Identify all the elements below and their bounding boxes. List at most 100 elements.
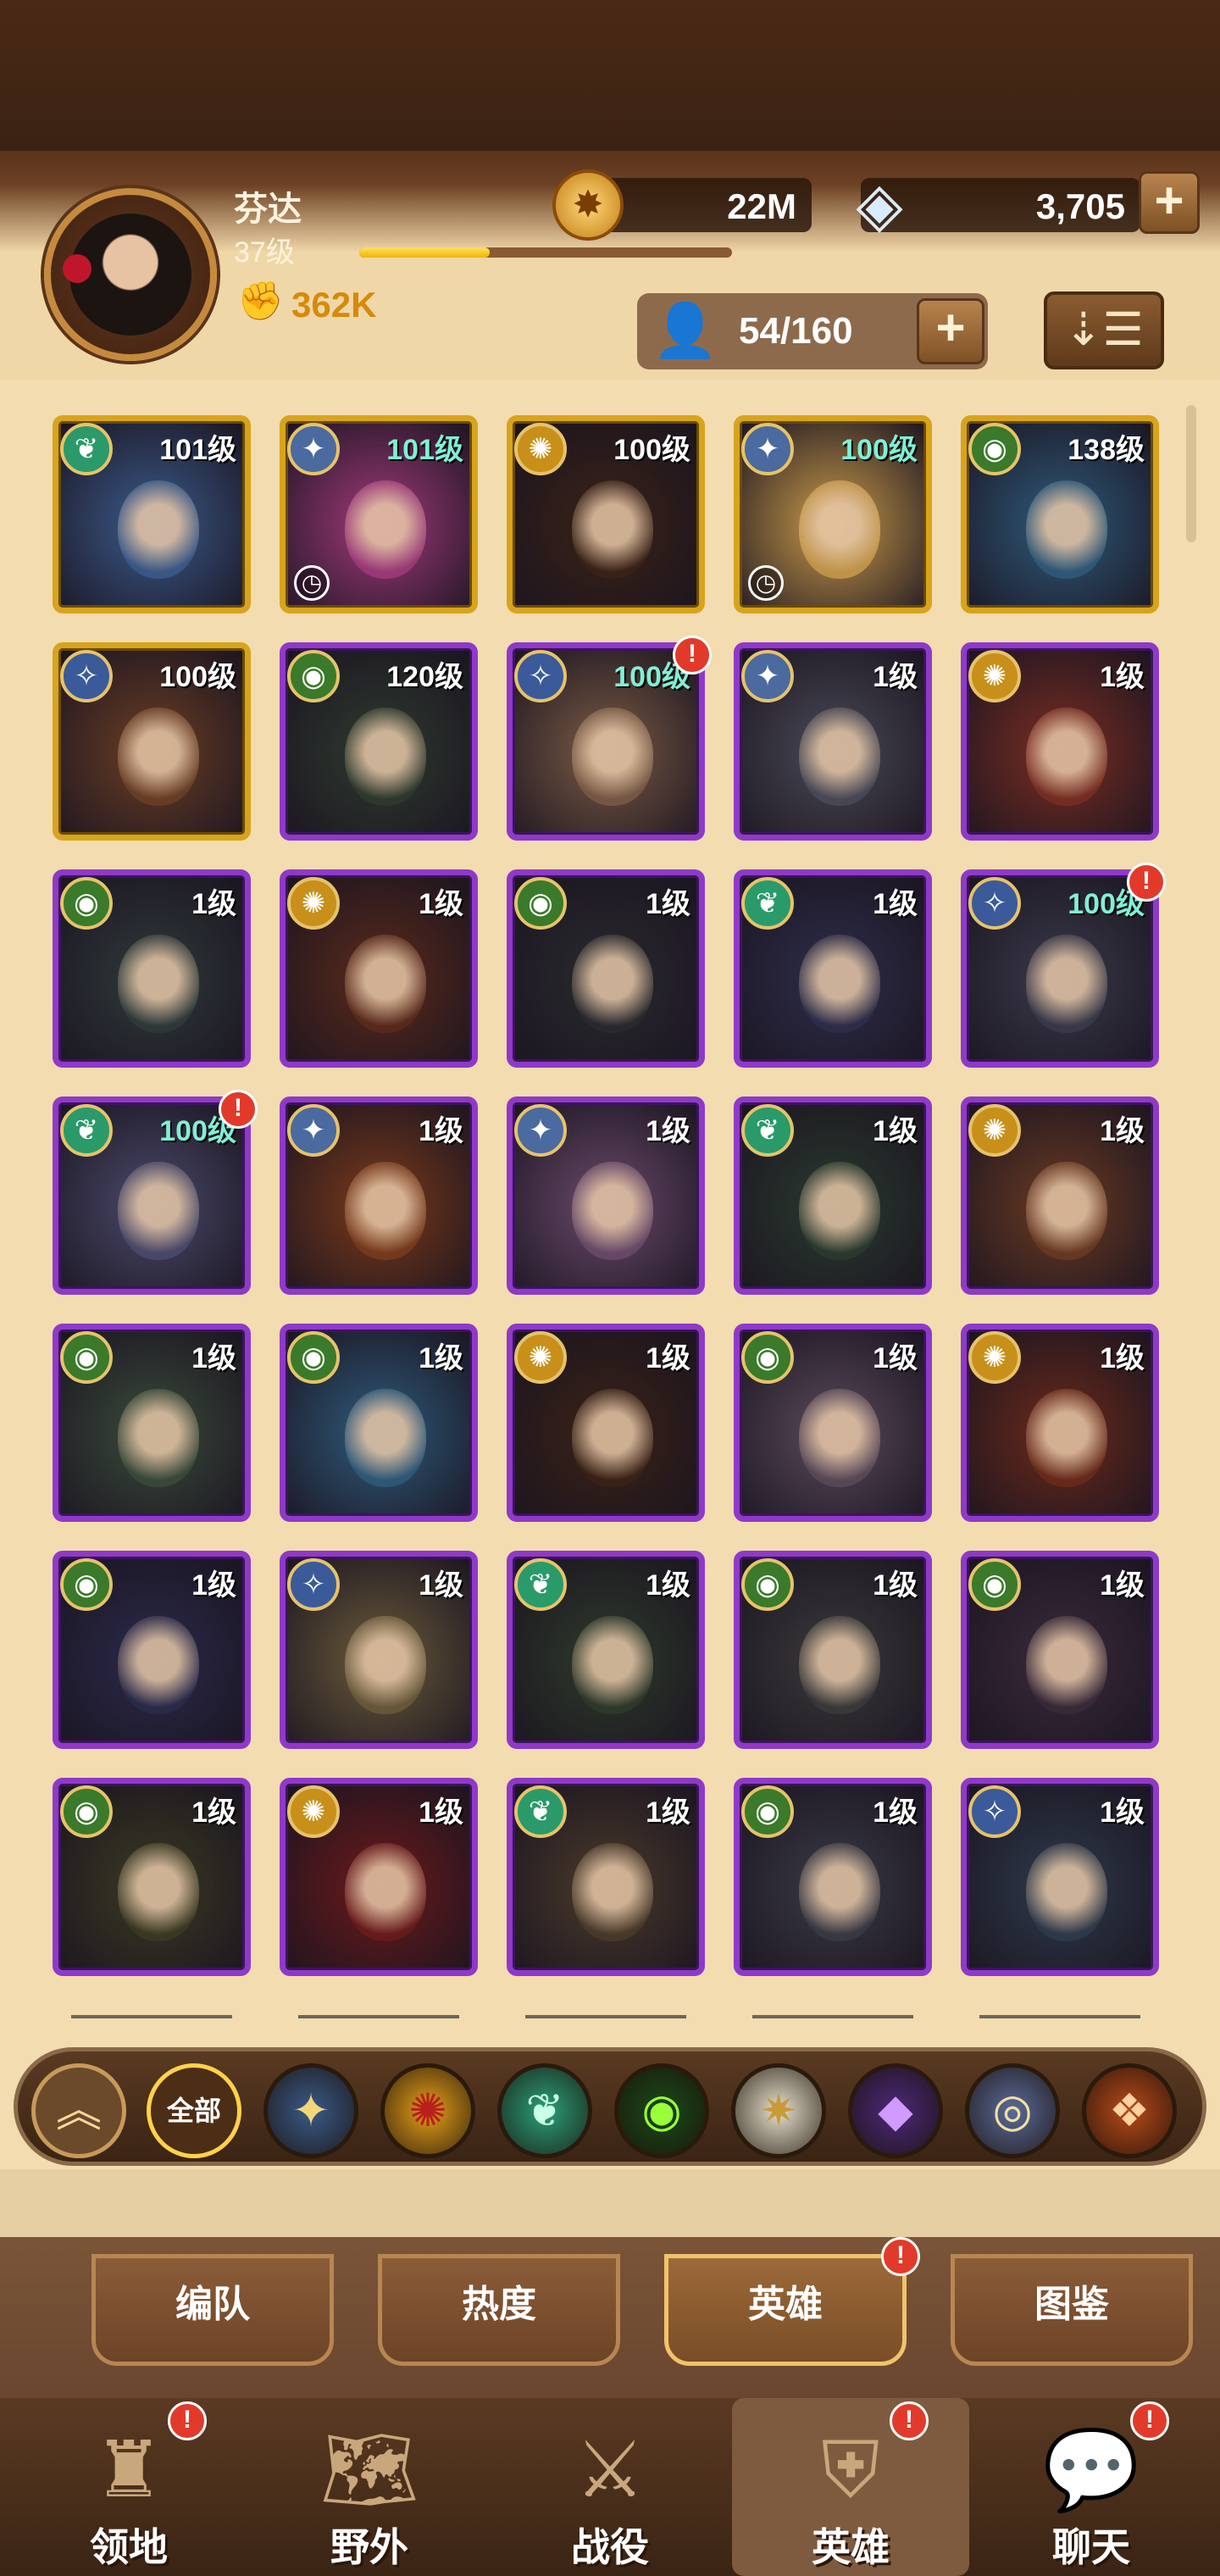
hero-card[interactable]: ✧ 1级 — [961, 1778, 1159, 1976]
buy-diamonds-button[interactable]: + — [1139, 171, 1200, 234]
hero-card[interactable]: ✦ 1级 — [734, 642, 932, 841]
hero-portrait — [1026, 1389, 1107, 1487]
hero-level: 1级 — [1100, 1569, 1145, 1602]
hero-portrait — [799, 708, 880, 806]
hero-card[interactable]: ◉ 1级 — [507, 869, 705, 1068]
row-divider — [979, 2015, 1140, 2018]
lightbearer-faction-icon: ✧ — [287, 1558, 340, 1611]
hero-card[interactable]: ❦ 1级 — [507, 1778, 705, 1976]
mauler-filter-icon[interactable]: ◉ — [614, 2063, 709, 2158]
hero-card[interactable]: ✺ 1级 — [961, 1096, 1159, 1295]
tab-0[interactable]: 编队 — [92, 2254, 334, 2366]
hero-card[interactable]: ✦ 1级 — [507, 1096, 705, 1295]
hero-card[interactable]: ✧ 1级 — [280, 1551, 478, 1749]
celestial-faction-icon: ✦ — [741, 650, 794, 702]
mauler-faction-icon: ◉ — [514, 877, 567, 930]
hero-level: 1级 — [873, 1115, 918, 1147]
alert-badge: ! — [890, 2401, 929, 2440]
hero-card[interactable]: ❦ 101级 — [53, 415, 251, 613]
hero-level: 1级 — [191, 1569, 236, 1602]
hero-card[interactable]: ❦ 100级 — [53, 1096, 251, 1295]
nav-sword-shield[interactable]: ⚔ 战役 — [491, 2398, 729, 2576]
hero-card[interactable]: ✧ 100级 — [507, 642, 705, 841]
tab-3[interactable]: 图鉴 — [951, 2254, 1193, 2366]
hero-level: 1级 — [646, 1342, 690, 1374]
hero-portrait — [572, 935, 653, 1033]
celestial-filter-icon[interactable]: ✷ — [731, 2063, 826, 2158]
draconis-filter-icon[interactable]: ❖ — [1082, 2063, 1177, 2158]
nav-helmet[interactable]: ⛨ 英雄! — [732, 2398, 969, 2576]
hero-card[interactable]: ◉ 1级 — [53, 1778, 251, 1976]
hero-card[interactable]: ◉ 1级 — [734, 1778, 932, 1976]
hero-card[interactable]: ◉ 1级 — [734, 1551, 932, 1749]
graveborn-faction-icon: ✺ — [968, 1331, 1021, 1384]
hero-card[interactable]: ◉ 1级 — [280, 1324, 478, 1522]
hypogean-filter-icon[interactable]: ◆ — [848, 2063, 943, 2158]
lightbearer-filter-icon[interactable]: ✦ — [263, 2063, 358, 2158]
hero-portrait — [572, 1616, 653, 1714]
hero-card[interactable]: ✺ 1级 — [961, 1324, 1159, 1522]
hero-card[interactable]: ❦ 1级 — [734, 1096, 932, 1295]
wilder-faction-icon: ❦ — [514, 1558, 567, 1611]
hero-card[interactable]: ✺ 100级 — [507, 415, 705, 613]
hero-card[interactable]: ✧ 100级 — [961, 869, 1159, 1068]
hero-portrait — [1026, 1843, 1107, 1941]
nav-scroll-map[interactable]: 🗺 野外 — [251, 2398, 488, 2576]
hero-card[interactable]: ◉ 1级 — [961, 1551, 1159, 1749]
nav-label: 英雄 — [812, 2525, 890, 2569]
mauler-faction-icon: ◉ — [60, 877, 113, 930]
hero-card[interactable]: ◉ 1级 — [53, 1551, 251, 1749]
nav-chat-bubble[interactable]: 💬 聊天! — [973, 2398, 1210, 2576]
gold-display[interactable]: ✸ 22M — [552, 169, 812, 241]
hero-portrait — [799, 480, 880, 579]
hero-level: 101级 — [159, 434, 236, 466]
dimensional-filter-icon[interactable]: ◎ — [965, 2063, 1060, 2158]
diamond-display[interactable]: ◈ 3,705 — [856, 171, 1140, 239]
hero-card[interactable]: ✺ 1级 — [961, 642, 1159, 841]
hero-level: 1级 — [646, 1796, 690, 1829]
hero-portrait — [118, 480, 199, 579]
hero-card[interactable]: ✦ 101级 ◷ — [280, 415, 478, 613]
scroll-map-icon: 🗺 — [319, 2427, 419, 2513]
hero-card[interactable]: ◉ 1级 — [53, 869, 251, 1068]
player-level: 37级 — [234, 236, 295, 269]
hero-card[interactable]: ◉ 138级 — [961, 415, 1159, 613]
row-divider — [298, 2015, 459, 2018]
hero-level: 1级 — [646, 1115, 690, 1147]
hero-card[interactable]: ✧ 100级 — [53, 642, 251, 841]
graveborn-filter-icon[interactable]: ✺ — [380, 2063, 475, 2158]
nav-castle[interactable]: ♜ 领地! — [10, 2398, 247, 2576]
graveborn-faction-icon: ✺ — [287, 877, 340, 930]
hero-card[interactable]: ❦ 1级 — [734, 869, 932, 1068]
hero-card[interactable]: ✦ 1级 — [280, 1096, 478, 1295]
hero-card[interactable]: ✺ 1级 — [280, 869, 478, 1068]
hero-card[interactable]: ✺ 1级 — [280, 1778, 478, 1976]
alert-badge: ! — [219, 1090, 258, 1129]
tab-1[interactable]: 热度 — [378, 2254, 620, 2366]
hero-level: 1级 — [873, 1569, 918, 1602]
wilder-filter-icon[interactable]: ❦ — [497, 2063, 592, 2158]
row-divider — [525, 2015, 686, 2018]
sort-button[interactable]: ⇣☰ — [1044, 291, 1164, 369]
helmet-icon: ⛨ — [821, 2427, 880, 2513]
hero-card[interactable]: ◉ 1级 — [734, 1324, 932, 1522]
grid-scrollbar[interactable] — [1186, 405, 1196, 542]
filter-all-button[interactable]: 全部 — [147, 2063, 241, 2158]
gold-coin-icon: ✸ — [552, 169, 624, 241]
hero-portrait — [345, 1616, 426, 1714]
hero-portrait — [118, 935, 199, 1033]
diamond-amount: 3,705 — [1035, 186, 1125, 226]
hero-portrait — [799, 1389, 880, 1487]
hero-level: 1级 — [1100, 1342, 1145, 1374]
hero-card[interactable]: ◉ 120级 — [280, 642, 478, 841]
hero-level: 100级 — [159, 661, 236, 693]
chevron-up-icon[interactable]: ︽ — [31, 2063, 126, 2158]
hero-level: 1级 — [1100, 1115, 1145, 1147]
hero-card[interactable]: ❦ 1级 — [507, 1551, 705, 1749]
hero-card[interactable]: ✺ 1级 — [507, 1324, 705, 1522]
hero-card[interactable]: ✦ 100级 ◷ — [734, 415, 932, 613]
expand-roster-button[interactable]: + — [917, 298, 984, 364]
tab-2[interactable]: 英雄 — [664, 2254, 907, 2366]
hero-card[interactable]: ◉ 1级 — [53, 1324, 251, 1522]
player-avatar[interactable] — [44, 188, 217, 361]
